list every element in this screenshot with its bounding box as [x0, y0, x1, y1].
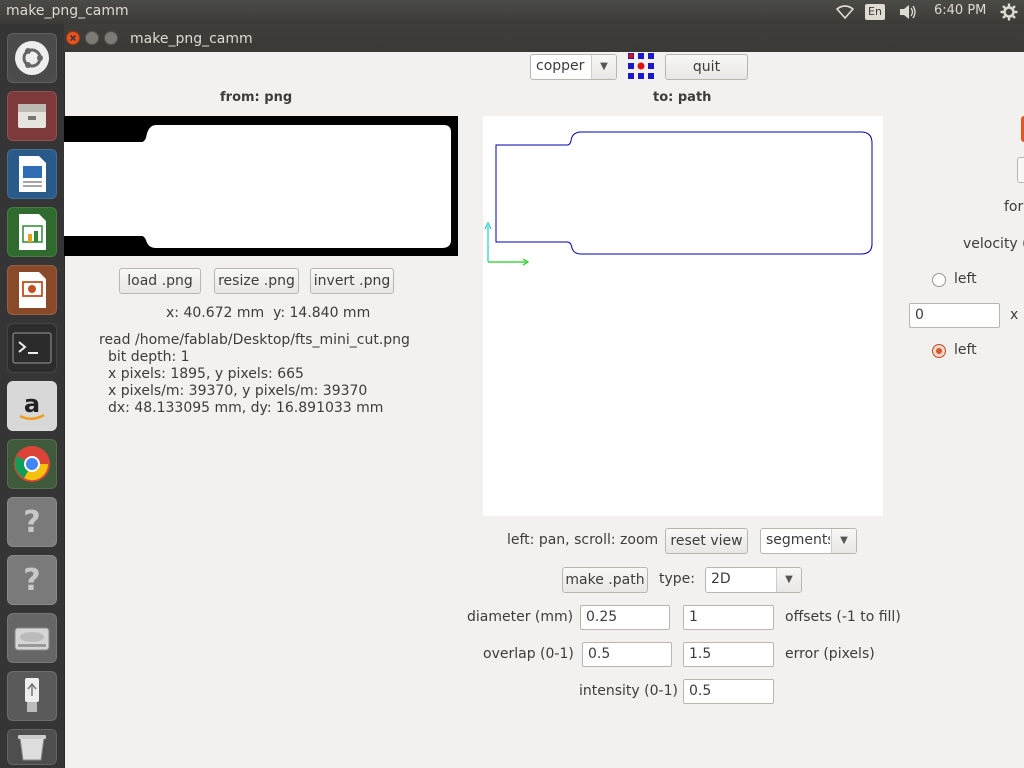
process-select[interactable]: copper ▼ — [530, 54, 617, 80]
gear-icon[interactable] — [1000, 3, 1018, 25]
usb-icon[interactable] — [7, 671, 57, 721]
radio-left-2-label: left — [954, 342, 977, 358]
quit-button[interactable]: quit — [665, 54, 748, 80]
launcher: a ? ? — [0, 24, 65, 768]
offsets-label: offsets (-1 to fill) — [785, 609, 901, 625]
chevron-down-icon: ▼ — [831, 529, 856, 553]
velocity-label: velocity ( — [963, 236, 1024, 252]
x-label: x — [1010, 307, 1019, 323]
chevron-down-icon: ▼ — [776, 568, 801, 592]
process-select-value: copper — [536, 58, 585, 74]
window-title: make_png_camm — [130, 31, 253, 47]
radio-left-1[interactable] — [932, 273, 946, 287]
png-info-line: bit depth: 1 — [108, 349, 190, 365]
path-type-value: 2D — [711, 571, 731, 587]
trash-icon[interactable] — [7, 729, 57, 765]
make-path-button[interactable]: make .path — [562, 567, 648, 593]
radio-left-2[interactable] — [932, 344, 946, 358]
png-info-line: read /home/fablab/Desktop/fts_mini_cut.p… — [99, 332, 410, 348]
force-label: for — [1004, 199, 1024, 215]
wifi-icon[interactable] — [835, 4, 855, 24]
png-info-line: dx: 48.133095 mm, dy: 16.891033 mm — [108, 400, 384, 416]
volume-icon[interactable] — [898, 4, 918, 24]
top-panel: make_png_camm En 6:40 PM — [0, 0, 1024, 24]
path-view-canvas[interactable] — [483, 116, 883, 516]
view-hint: left: pan, scroll: zoom — [507, 532, 659, 548]
chrome-icon[interactable] — [7, 439, 57, 489]
overlap-field[interactable]: 0.5 — [582, 642, 672, 667]
origin-x-field[interactable]: 0 — [909, 303, 1000, 328]
diameter-label: diameter (mm) — [467, 609, 574, 625]
unknown-app-icon[interactable]: ? — [7, 497, 57, 547]
resize-png-button[interactable]: resize .png — [214, 268, 299, 294]
path-type-select[interactable]: 2D ▼ — [705, 567, 802, 593]
type-label: type: — [659, 571, 695, 587]
files-icon[interactable] — [7, 91, 57, 141]
cursor-coordinates: x: 40.672 mm y: 14.840 mm — [166, 305, 371, 321]
close-icon[interactable] — [66, 31, 80, 45]
to-heading: to: path — [653, 90, 712, 105]
select-edge[interactable] — [1017, 157, 1024, 183]
load-png-button[interactable]: load .png — [119, 268, 201, 294]
from-heading: from: png — [220, 90, 293, 105]
error-label: error (pixels) — [785, 646, 875, 662]
chevron-down-icon: ▼ — [591, 55, 616, 79]
error-field[interactable]: 1.5 — [683, 642, 774, 667]
intensity-label: intensity (0-1) — [579, 683, 678, 699]
terminal-icon[interactable] — [7, 323, 57, 373]
amazon-icon[interactable]: a — [7, 381, 57, 431]
svg-text:a: a — [24, 390, 40, 418]
writer-icon[interactable] — [7, 149, 57, 199]
toolpath-outline — [495, 131, 873, 255]
minimize-icon[interactable] — [85, 31, 99, 45]
offsets-field[interactable]: 1 — [683, 605, 774, 630]
unknown-app-icon-2[interactable]: ? — [7, 555, 57, 605]
png-info-line: x pixels/m: 39370, y pixels/m: 39370 — [108, 383, 368, 399]
intensity-field[interactable]: 0.5 — [683, 679, 774, 704]
clock[interactable]: 6:40 PM — [934, 3, 986, 18]
calc-icon[interactable] — [7, 207, 57, 257]
panel-app-title: make_png_camm — [6, 3, 129, 19]
reset-view-button[interactable]: reset view — [665, 528, 748, 554]
invert-png-button[interactable]: invert .png — [310, 268, 394, 294]
view-mode-value: segments — [766, 532, 830, 548]
png-info-line: x pixels: 1895, y pixels: 665 — [108, 366, 304, 382]
overlap-label: overlap (0-1) — [483, 646, 574, 662]
keyboard-layout-indicator[interactable]: En — [865, 4, 885, 20]
app-logo-icon — [628, 53, 654, 83]
ubuntu-dash-icon[interactable] — [7, 33, 57, 83]
drive-icon[interactable] — [7, 613, 57, 663]
view-mode-select[interactable]: segments ▼ — [760, 528, 857, 554]
maximize-icon[interactable] — [104, 31, 118, 45]
png-preview[interactable] — [64, 116, 458, 256]
impress-icon[interactable] — [7, 265, 57, 315]
diameter-field[interactable]: 0.25 — [580, 605, 670, 630]
radio-left-1-label: left — [954, 271, 977, 287]
